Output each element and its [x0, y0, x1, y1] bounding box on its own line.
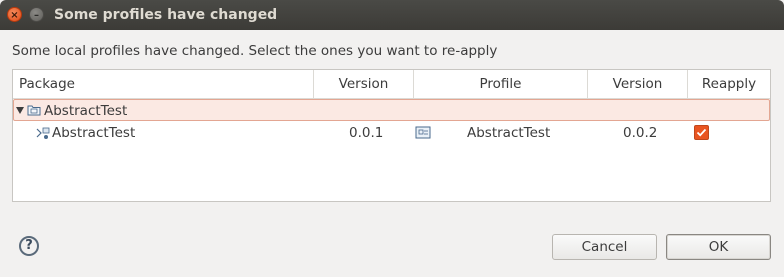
ok-button[interactable]: OK — [666, 234, 771, 260]
column-header-profile[interactable]: Profile — [414, 70, 588, 98]
title-bar: × – Some profiles have changed — [0, 0, 784, 30]
column-header-version[interactable]: Version — [314, 70, 414, 98]
profile-icon — [415, 126, 431, 139]
expand-triangle-icon[interactable] — [16, 107, 24, 114]
column-header-package[interactable]: Package — [13, 70, 314, 98]
dialog-message: Some local profiles have changed. Select… — [12, 43, 498, 59]
close-icon[interactable]: × — [7, 7, 22, 22]
package-icon — [36, 127, 50, 139]
folder-icon — [27, 105, 41, 116]
profile-version: 0.0.2 — [623, 125, 658, 141]
cancel-button[interactable]: Cancel — [552, 234, 657, 260]
window-title: Some profiles have changed — [54, 7, 278, 23]
package-version: 0.0.1 — [349, 125, 384, 141]
group-label: AbstractTest — [44, 103, 128, 119]
checkmark-icon — [696, 128, 707, 137]
table-header: Package Version Profile Version Reapply — [13, 70, 770, 99]
table-row-group[interactable]: AbstractTest — [13, 99, 770, 121]
table-row[interactable]: AbstractTest 0.0.1 AbstractTest 0.0.2 — [13, 122, 770, 144]
package-name: AbstractTest — [52, 125, 136, 141]
minimize-icon[interactable]: – — [29, 7, 44, 22]
help-icon[interactable]: ? — [19, 236, 39, 256]
profile-name: AbstractTest — [467, 125, 551, 141]
column-header-profile-version[interactable]: Version — [588, 70, 688, 98]
column-header-reapply[interactable]: Reapply — [688, 70, 770, 98]
reapply-checkbox[interactable] — [694, 125, 709, 140]
profiles-table[interactable]: Package Version Profile Version Reapply … — [12, 69, 771, 202]
